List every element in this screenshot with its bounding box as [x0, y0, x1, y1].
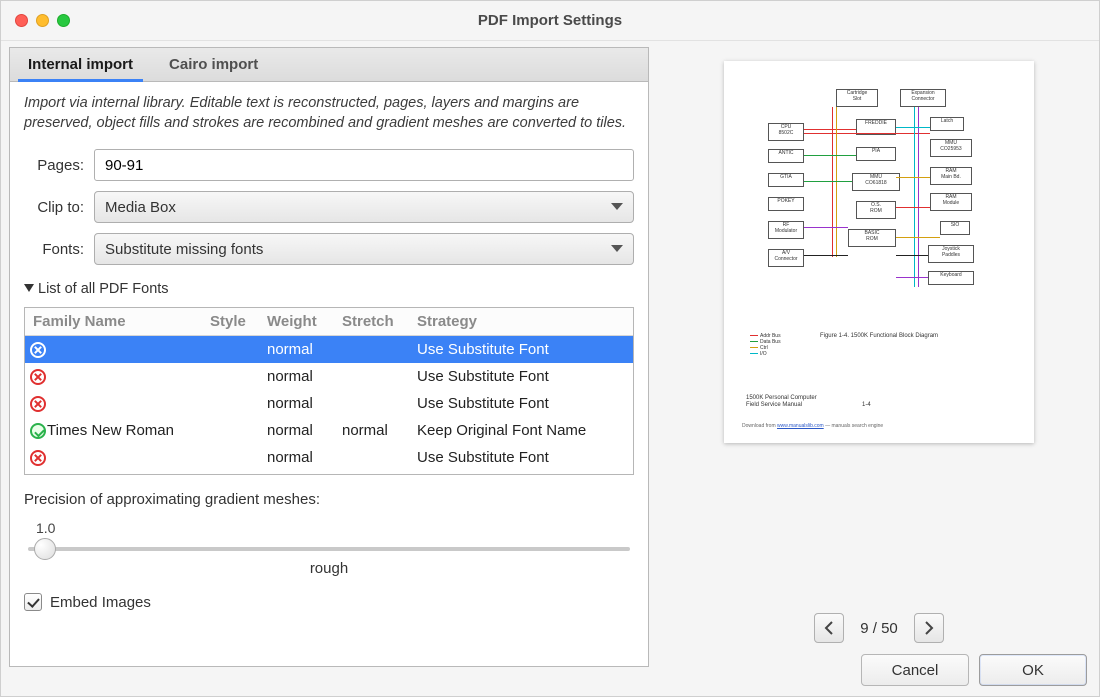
font-list-disclosure[interactable]: List of all PDF Fonts [24, 281, 634, 297]
page-indicator: 9 / 50 [854, 620, 904, 637]
x-icon [30, 369, 46, 385]
table-row[interactable]: normal Use Substitute Font [25, 336, 633, 363]
minimize-icon[interactable] [36, 14, 49, 27]
zoom-icon[interactable] [57, 14, 70, 27]
cell-family: Times New Roman [47, 422, 210, 439]
table-row[interactable]: Times New RomannormalnormalKeep Original… [25, 417, 633, 444]
cell-stretch: normal [342, 422, 417, 439]
tab-label: Cairo import [169, 56, 258, 73]
chevron-right-icon [924, 621, 934, 635]
cell-strategy: Use Substitute Font [417, 368, 633, 385]
close-icon[interactable] [15, 14, 28, 27]
col-stretch[interactable]: Stretch [342, 313, 417, 330]
tab-cairo-import[interactable]: Cairo import [151, 48, 276, 81]
check-icon [30, 423, 46, 439]
page-preview: CartridgeSlot ExpansionConnector CPU8502… [724, 61, 1034, 443]
preview-footer-1: 1500K Personal Computer [746, 395, 871, 402]
ok-button[interactable]: OK [979, 654, 1087, 686]
cell-weight: normal [267, 449, 342, 466]
col-strategy[interactable]: Strategy [417, 313, 633, 330]
table-row[interactable]: normal Use Substitute Font [25, 444, 633, 471]
font-table: Family Name Style Weight Stretch Strateg… [24, 307, 634, 475]
import-description: Import via internal library. Editable te… [24, 94, 634, 133]
window-title: PDF Import Settings [1, 12, 1099, 29]
prev-page-button[interactable] [814, 613, 844, 643]
precision-value: 1.0 [36, 520, 630, 536]
triangle-down-icon [24, 284, 34, 294]
embed-images-checkbox[interactable] [24, 593, 42, 611]
cell-weight: normal [267, 395, 342, 412]
next-page-button[interactable] [914, 613, 944, 643]
chevron-left-icon [824, 621, 834, 635]
preview-footer-page: 1-4 [862, 402, 871, 409]
button-label: Cancel [892, 662, 939, 679]
button-label: OK [1022, 662, 1044, 679]
select-value: Media Box [105, 199, 176, 216]
cell-weight: normal [267, 422, 342, 439]
tab-strip: Internal import Cairo import [10, 48, 648, 82]
cell-strategy: Use Substitute Font [417, 341, 633, 358]
fonts-select[interactable]: Substitute missing fonts [94, 233, 634, 265]
tab-internal-import[interactable]: Internal import [10, 48, 151, 81]
cell-strategy: Use Substitute Font [417, 395, 633, 412]
precision-caption: rough [28, 560, 630, 577]
chevron-down-icon [611, 203, 623, 211]
x-icon [30, 450, 46, 466]
fonts-label: Fonts: [24, 241, 84, 258]
pages-input[interactable] [94, 149, 634, 181]
table-row[interactable]: normal Use Substitute Font [25, 390, 633, 417]
pages-label: Pages: [24, 157, 84, 174]
disclosure-label: List of all PDF Fonts [38, 281, 169, 297]
select-value: Substitute missing fonts [105, 241, 263, 258]
clip-to-select[interactable]: Media Box [94, 191, 634, 223]
cell-strategy: Use Substitute Font [417, 449, 633, 466]
cell-strategy: Keep Original Font Name [417, 422, 633, 439]
titlebar: PDF Import Settings [1, 1, 1099, 41]
precision-label: Precision of approximating gradient mesh… [24, 491, 634, 508]
cell-weight: normal [267, 368, 342, 385]
clip-to-label: Clip to: [24, 199, 84, 216]
col-family-name[interactable]: Family Name [25, 313, 210, 330]
chevron-down-icon [611, 245, 623, 253]
x-icon [30, 396, 46, 412]
col-weight[interactable]: Weight [267, 313, 342, 330]
preview-footer-2: Field Service Manual [746, 402, 802, 409]
table-row[interactable]: normal Use Substitute Font [25, 363, 633, 390]
cancel-button[interactable]: Cancel [861, 654, 969, 686]
preview-caption: Figure 1-4. 1500K Functional Block Diagr… [744, 333, 1014, 339]
x-icon [30, 342, 46, 358]
cell-weight: normal [267, 341, 342, 358]
table-header: Family Name Style Weight Stretch Strateg… [25, 308, 633, 336]
embed-images-label: Embed Images [50, 594, 151, 611]
tab-label: Internal import [28, 56, 133, 73]
precision-slider[interactable] [28, 547, 630, 551]
col-style[interactable]: Style [210, 313, 267, 330]
